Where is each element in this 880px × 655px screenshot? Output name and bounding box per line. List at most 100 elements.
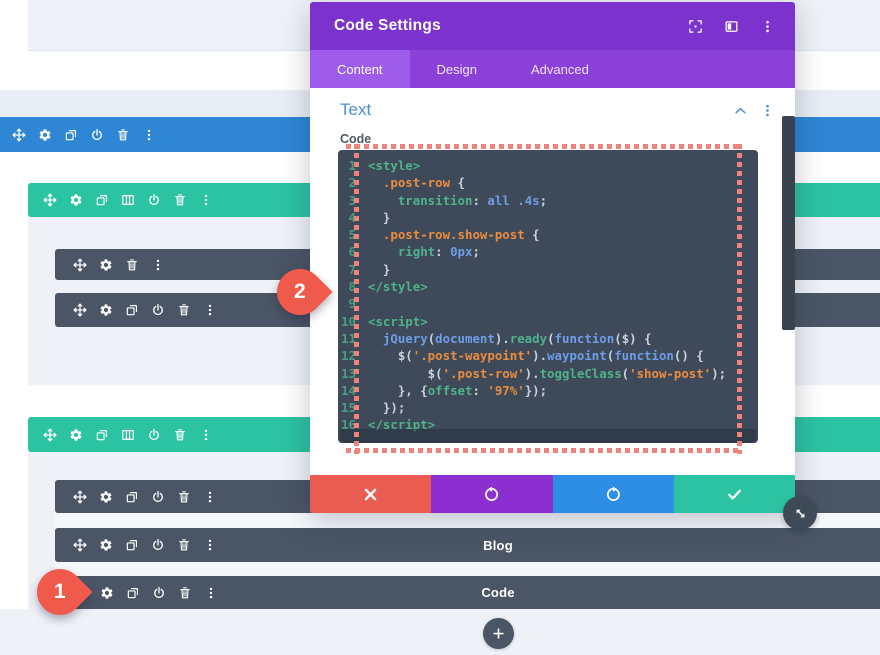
code-line: 10 <script> (338, 313, 758, 330)
move-icon[interactable] (43, 193, 57, 207)
code-line: 12 $('.post-waypoint').waypoint(function… (338, 347, 758, 364)
text-section-header[interactable]: Text (310, 88, 795, 132)
add-module-button[interactable] (483, 618, 514, 649)
gear-icon[interactable] (99, 303, 113, 317)
power-icon[interactable] (147, 193, 161, 207)
gear-icon[interactable] (38, 128, 52, 142)
code-line: 5 .post-row.show-post { (338, 226, 758, 243)
tab-design[interactable]: Design (410, 50, 504, 88)
code-line: 6 right: 0px; (338, 243, 758, 260)
duplicate-icon[interactable] (95, 428, 109, 442)
trash-icon[interactable] (173, 428, 187, 442)
power-icon[interactable] (147, 428, 161, 442)
code-line: 13 $('.post-row').toggleClass('show-post… (338, 365, 758, 382)
annotation-marker-2-label: 2 (294, 280, 306, 303)
more-icon[interactable] (203, 303, 217, 317)
tab-advanced[interactable]: Advanced (504, 50, 616, 88)
duplicate-icon[interactable] (125, 490, 139, 504)
duplicate-icon[interactable] (95, 193, 109, 207)
save-button[interactable] (673, 475, 795, 513)
code-line: 8 </style> (338, 278, 758, 295)
close-icon (362, 486, 379, 503)
gear-icon[interactable] (100, 586, 114, 600)
duplicate-icon[interactable] (125, 538, 139, 552)
more-icon[interactable] (760, 103, 775, 118)
dotted-border-top (346, 144, 738, 149)
modal-resize-handle[interactable] (783, 496, 817, 530)
modal-header-actions (688, 19, 775, 34)
section-header-actions (733, 103, 775, 118)
move-icon[interactable] (73, 490, 87, 504)
move-icon[interactable] (73, 538, 87, 552)
more-icon[interactable] (760, 19, 775, 34)
power-icon[interactable] (151, 303, 165, 317)
gear-icon[interactable] (69, 193, 83, 207)
redo-button[interactable] (552, 475, 674, 513)
module-gap (55, 562, 880, 576)
modal-footer (310, 475, 795, 513)
modal-scrollbar[interactable] (782, 116, 795, 330)
columns-icon[interactable] (121, 428, 135, 442)
gear-icon[interactable] (69, 428, 83, 442)
code-settings-modal: Code Settings Content Design Advanced Text… (310, 2, 795, 513)
annotation-marker-1-label: 1 (54, 580, 66, 603)
expand-icon[interactable] (688, 19, 703, 34)
columns-icon[interactable] (121, 193, 135, 207)
dotted-border-left (354, 144, 359, 454)
duplicate-icon[interactable] (125, 303, 139, 317)
move-icon[interactable] (12, 128, 26, 142)
trash-icon[interactable] (116, 128, 130, 142)
move-icon[interactable] (73, 258, 87, 272)
module-label-blog: Blog (483, 537, 513, 553)
gear-icon[interactable] (99, 490, 113, 504)
dotted-border-bottom (346, 448, 738, 453)
code-editor[interactable]: 1 <style> 2 .post-row {3 transition: all .… (338, 150, 758, 443)
power-icon[interactable] (151, 490, 165, 504)
trash-icon[interactable] (125, 258, 139, 272)
trash-icon[interactable] (177, 538, 191, 552)
move-icon[interactable] (73, 303, 87, 317)
page-bottom-background (0, 609, 880, 655)
tab-content[interactable]: Content (310, 50, 410, 88)
trash-icon[interactable] (177, 303, 191, 317)
more-icon[interactable] (204, 586, 218, 600)
cancel-button[interactable] (310, 475, 432, 513)
resize-diagonal-icon (792, 505, 809, 522)
plus-icon (491, 626, 506, 641)
undo-button[interactable] (431, 475, 553, 513)
trash-icon[interactable] (173, 193, 187, 207)
check-icon (726, 486, 743, 503)
module-toolbar-blog: Blog (55, 528, 880, 562)
module-toolbar-code: Code (55, 576, 880, 609)
more-icon[interactable] (203, 538, 217, 552)
code-line: 14 }, {offset: '97%'}); (338, 382, 758, 399)
more-icon[interactable] (203, 490, 217, 504)
more-icon[interactable] (142, 128, 156, 142)
power-icon[interactable] (151, 538, 165, 552)
move-icon[interactable] (43, 428, 57, 442)
gear-icon[interactable] (99, 258, 113, 272)
module-label-code: Code (481, 585, 515, 600)
more-icon[interactable] (151, 258, 165, 272)
code-line: 2 .post-row { (338, 174, 758, 191)
power-icon[interactable] (90, 128, 104, 142)
more-icon[interactable] (199, 193, 213, 207)
modal-header[interactable]: Code Settings (310, 2, 795, 50)
editor-horizontal-scrollbar[interactable] (340, 429, 756, 443)
split-icon[interactable] (724, 19, 739, 34)
code-line: 1 <style> (338, 157, 758, 174)
trash-icon[interactable] (177, 490, 191, 504)
more-icon[interactable] (199, 428, 213, 442)
divi-builder-canvas: Blog Code Code Settings Content Design Adv… (0, 0, 880, 655)
code-line: 7 } (338, 261, 758, 278)
gear-icon[interactable] (99, 538, 113, 552)
dotted-border-right (737, 144, 742, 454)
power-icon[interactable] (152, 586, 166, 600)
trash-icon[interactable] (178, 586, 192, 600)
code-editor-wrap: 1 <style> 2 .post-row {3 transition: all .… (338, 144, 758, 454)
modal-title: Code Settings (334, 17, 441, 34)
duplicate-icon[interactable] (126, 586, 140, 600)
chevron-up-icon[interactable] (733, 103, 748, 118)
duplicate-icon[interactable] (64, 128, 78, 142)
code-line: 9 (338, 295, 758, 312)
